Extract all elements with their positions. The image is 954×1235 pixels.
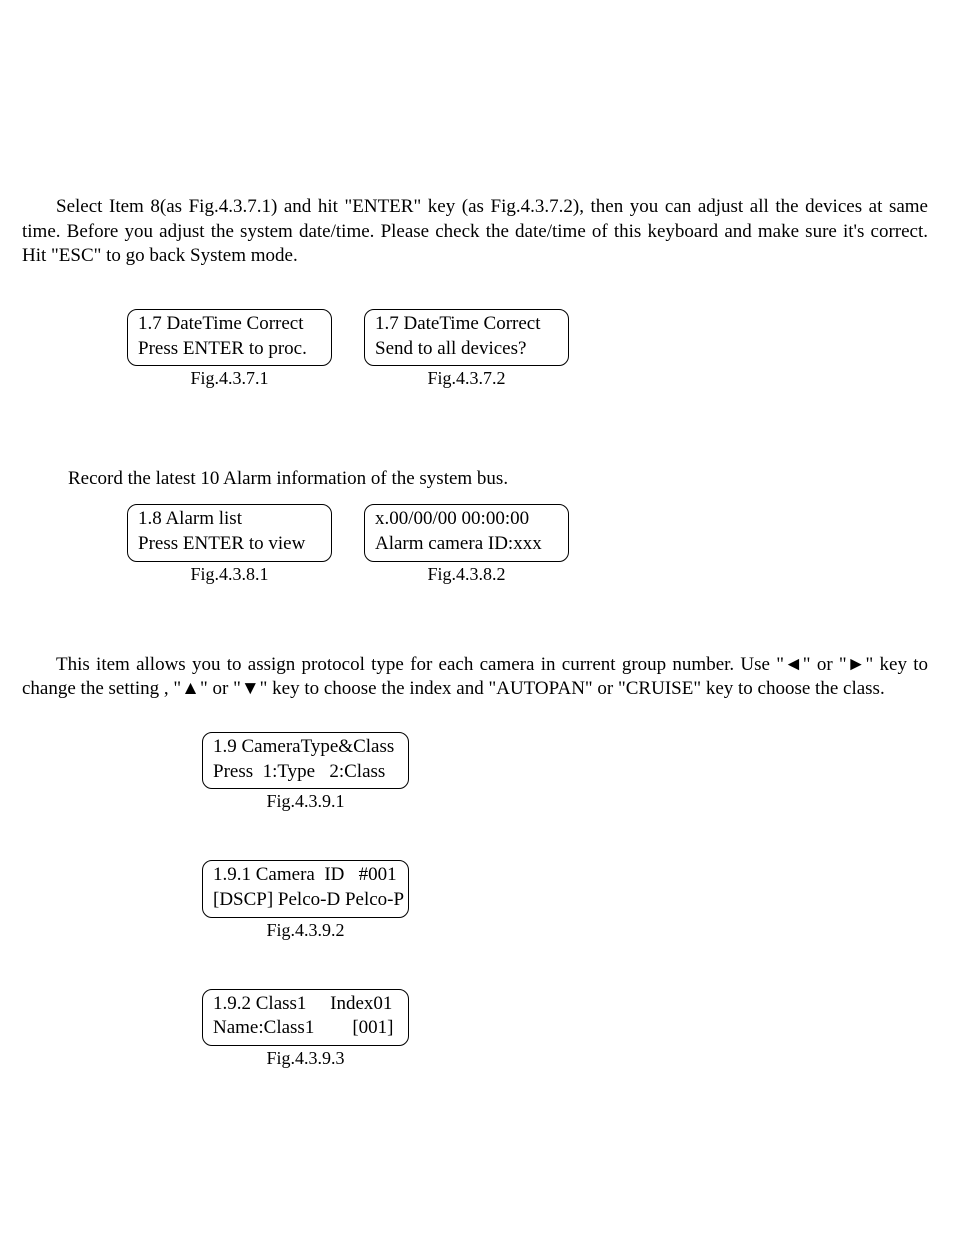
figure-caption: Fig.4.3.7.1 bbox=[190, 368, 268, 389]
lcd-line-2: Name:Class1 [001] bbox=[213, 1017, 393, 1038]
lcd-line-2: Press 1:Type 2:Class bbox=[213, 761, 385, 782]
figure-caption: Fig.4.3.9.2 bbox=[266, 920, 344, 941]
lcd-line-1: 1.9.1 Camera ID #001 bbox=[213, 864, 397, 885]
paragraph-datetime: Select Item 8(as Fig.4.3.7.1) and hit "E… bbox=[22, 195, 928, 269]
figure-4-3-8-1: 1.8 Alarm list Press ENTER to view Fig.4… bbox=[127, 504, 332, 584]
section-camera-type-class: This item allows you to assign protocol … bbox=[22, 653, 928, 1070]
figure-4-3-9-3: 1.9.2 Class1 Index01 Name:Class1 [001] F… bbox=[202, 989, 409, 1069]
lcd-display: 1.8 Alarm list Press ENTER to view bbox=[127, 504, 332, 561]
paragraph-alarm: Record the latest 10 Alarm information o… bbox=[22, 467, 928, 492]
figure-4-3-8-2: x.00/00/00 00:00:00 Alarm camera ID:xxx … bbox=[364, 504, 569, 584]
lcd-display: 1.9 CameraType&Class Press 1:Type 2:Clas… bbox=[202, 732, 409, 789]
figure-caption: Fig.4.3.8.2 bbox=[427, 564, 505, 585]
figure-row-2: 1.8 Alarm list Press ENTER to view Fig.4… bbox=[127, 504, 928, 584]
figure-caption: Fig.4.3.7.2 bbox=[427, 368, 505, 389]
figure-4-3-9-1: 1.9 CameraType&Class Press 1:Type 2:Clas… bbox=[202, 732, 409, 812]
figure-row-3c: 1.9.2 Class1 Index01 Name:Class1 [001] F… bbox=[202, 989, 928, 1069]
lcd-line-1: 1.9.2 Class1 Index01 bbox=[213, 993, 392, 1014]
lcd-line-2: [DSCP] Pelco-D Pelco-P bbox=[213, 889, 404, 910]
lcd-display: 1.7 DateTime Correct Press ENTER to proc… bbox=[127, 309, 332, 366]
figure-caption: Fig.4.3.9.1 bbox=[266, 791, 344, 812]
figure-4-3-9-2: 1.9.1 Camera ID #001 [DSCP] Pelco-D Pelc… bbox=[202, 860, 409, 940]
lcd-line-2: Press ENTER to proc. bbox=[138, 338, 307, 359]
figure-row-3b: 1.9.1 Camera ID #001 [DSCP] Pelco-D Pelc… bbox=[202, 860, 928, 940]
lcd-line-1: x.00/00/00 00:00:00 bbox=[375, 508, 529, 529]
lcd-display: 1.9.1 Camera ID #001 [DSCP] Pelco-D Pelc… bbox=[202, 860, 409, 917]
lcd-display: x.00/00/00 00:00:00 Alarm camera ID:xxx bbox=[364, 504, 569, 561]
section-alarm-list: Record the latest 10 Alarm information o… bbox=[22, 467, 928, 584]
lcd-line-1: 1.8 Alarm list bbox=[138, 508, 242, 529]
lcd-line-1: 1.7 DateTime Correct bbox=[138, 313, 304, 334]
section-datetime-correct: Select Item 8(as Fig.4.3.7.1) and hit "E… bbox=[22, 195, 928, 389]
lcd-line-1: 1.9 CameraType&Class bbox=[213, 736, 394, 757]
lcd-line-2: Press ENTER to view bbox=[138, 533, 305, 554]
figure-row-1: 1.7 DateTime Correct Press ENTER to proc… bbox=[127, 309, 928, 389]
figure-4-3-7-2: 1.7 DateTime Correct Send to all devices… bbox=[364, 309, 569, 389]
paragraph-camera: This item allows you to assign protocol … bbox=[22, 653, 928, 702]
figure-caption: Fig.4.3.9.3 bbox=[266, 1048, 344, 1069]
lcd-line-1: 1.7 DateTime Correct bbox=[375, 313, 541, 334]
lcd-display: 1.7 DateTime Correct Send to all devices… bbox=[364, 309, 569, 366]
lcd-line-2: Alarm camera ID:xxx bbox=[375, 533, 542, 554]
lcd-display: 1.9.2 Class1 Index01 Name:Class1 [001] bbox=[202, 989, 409, 1046]
lcd-line-2: Send to all devices? bbox=[375, 338, 526, 359]
figure-row-3a: 1.9 CameraType&Class Press 1:Type 2:Clas… bbox=[202, 732, 928, 812]
figure-4-3-7-1: 1.7 DateTime Correct Press ENTER to proc… bbox=[127, 309, 332, 389]
figure-caption: Fig.4.3.8.1 bbox=[190, 564, 268, 585]
